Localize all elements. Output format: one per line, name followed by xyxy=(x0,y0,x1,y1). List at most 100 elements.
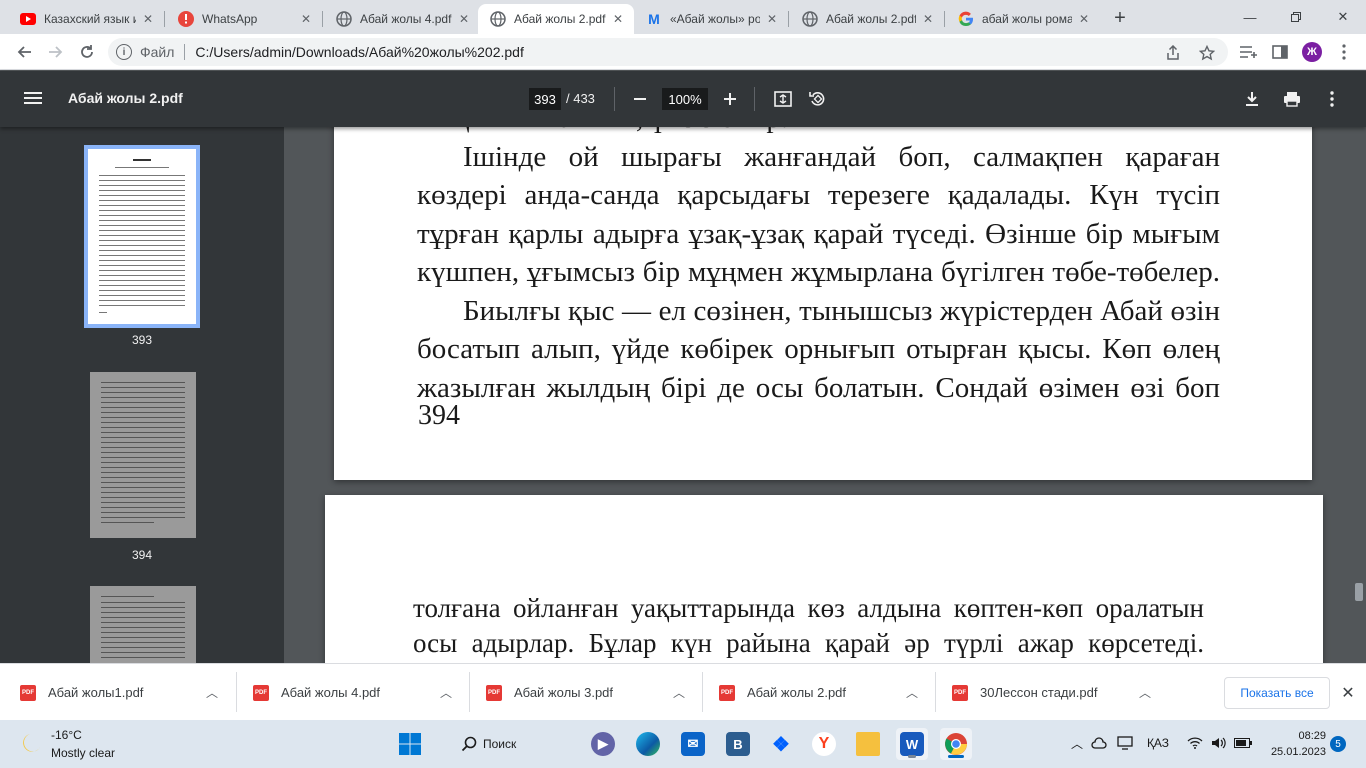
tab-pdf-2-active[interactable]: Абай жолы 2.pdf ✕ xyxy=(478,4,634,34)
zoom-in-button[interactable] xyxy=(718,87,742,111)
text-line: тұрған қарлы адырға ұзақ-ұзақ қарай түсе… xyxy=(417,217,1220,250)
cloud-icon[interactable] xyxy=(1090,734,1108,752)
whatsapp-icon xyxy=(178,11,194,27)
weather-temperature[interactable]: -16°C xyxy=(51,728,82,742)
tab-abai-article[interactable]: M «Абай жолы» ро ✕ xyxy=(634,4,788,34)
reload-button[interactable] xyxy=(74,39,100,65)
close-icon[interactable]: ✕ xyxy=(764,11,780,27)
tab-whatsapp[interactable]: WhatsApp ✕ xyxy=(166,4,322,34)
star-icon[interactable] xyxy=(1198,44,1216,62)
chrome-icon xyxy=(945,733,967,755)
close-icon[interactable]: ✕ xyxy=(456,11,472,27)
tab-pdf-2-second[interactable]: Абай жолы 2.pdf ✕ xyxy=(790,4,944,34)
rotate-button[interactable] xyxy=(806,87,830,111)
thumbnail-page-394[interactable] xyxy=(90,372,196,538)
start-button[interactable] xyxy=(394,728,426,760)
word-app[interactable]: W xyxy=(896,728,928,760)
battery-icon[interactable] xyxy=(1234,734,1252,752)
fit-page-icon xyxy=(774,91,792,107)
close-window-button[interactable]: ✕ xyxy=(1320,0,1366,34)
text-line: осы адырлар. Бұлар күн райына қарай әр т… xyxy=(413,628,1204,658)
weather-description[interactable]: Mostly clear xyxy=(51,746,115,760)
mail-app[interactable]: ✉ xyxy=(677,728,709,760)
restore-button[interactable] xyxy=(1273,0,1319,34)
chevron-up-icon[interactable]: ︿ xyxy=(904,684,920,700)
chrome-app[interactable] xyxy=(940,728,972,760)
side-panel-icon[interactable] xyxy=(1270,42,1290,62)
system-clock[interactable]: 08:29 25.01.2023 xyxy=(1262,728,1326,760)
volume-icon[interactable] xyxy=(1210,734,1228,752)
download-button[interactable] xyxy=(1240,87,1264,111)
address-bar[interactable]: i Файл C:/Users/admin/Downloads/Абай%20ж… xyxy=(108,38,1228,66)
download-item[interactable]: PDF 30Лессон стади.pdf xyxy=(952,664,1097,721)
new-tab-button[interactable]: + xyxy=(1108,7,1132,29)
taskbar-search[interactable]: Поиск xyxy=(447,730,527,758)
download-item[interactable]: PDF Абай жолы 4.pdf xyxy=(253,664,380,721)
close-icon[interactable]: ✕ xyxy=(1338,683,1358,703)
browser-toolbar: i Файл C:/Users/admin/Downloads/Абай%20ж… xyxy=(0,34,1366,70)
forward-button[interactable] xyxy=(42,39,68,65)
share-icon[interactable] xyxy=(1164,44,1182,62)
tab-pdf-4[interactable]: Абай жолы 4.pdf ✕ xyxy=(324,4,480,34)
edge-app[interactable] xyxy=(632,728,664,760)
document-viewer: мықынып таянып, үнсіз отыр. Ішінде ой шы… xyxy=(284,127,1366,663)
zoom-input[interactable]: 100% xyxy=(662,88,708,110)
print-button[interactable] xyxy=(1280,87,1304,111)
kebab-menu-icon[interactable] xyxy=(1334,42,1354,62)
vk-app[interactable]: B xyxy=(722,728,754,760)
kebab-menu-icon xyxy=(1330,91,1334,107)
globe-icon xyxy=(336,11,352,27)
document-scrollbar[interactable] xyxy=(1352,127,1366,663)
folder-icon xyxy=(856,732,880,756)
arrow-left-icon xyxy=(17,46,31,58)
download-divider xyxy=(236,672,237,712)
yandex-app[interactable]: Y xyxy=(808,728,840,760)
pdf-file-icon: PDF xyxy=(486,684,502,701)
dropbox-icon: ❖ xyxy=(772,733,790,756)
reload-icon xyxy=(81,45,93,58)
close-icon[interactable]: ✕ xyxy=(298,11,314,27)
thumbnail-page-395[interactable] xyxy=(90,586,196,663)
profile-avatar[interactable]: Ж xyxy=(1302,42,1322,62)
tab-google-search[interactable]: абай жолы рома ✕ xyxy=(946,4,1100,34)
reading-list-icon[interactable] xyxy=(1238,42,1258,62)
tab-title: Казахский язык и xyxy=(44,12,136,26)
show-all-button[interactable]: Показать все xyxy=(1224,677,1330,709)
more-options-button[interactable] xyxy=(1320,87,1344,111)
download-item[interactable]: PDF Абай жолы 2.pdf xyxy=(719,664,846,721)
minimize-button[interactable]: — xyxy=(1227,0,1273,34)
dropbox-app[interactable]: ❖ xyxy=(765,728,797,760)
close-icon[interactable]: ✕ xyxy=(140,11,156,27)
scrollbar-thumb[interactable] xyxy=(1355,583,1363,601)
download-item[interactable]: PDF Абай жолы 3.pdf xyxy=(486,664,613,721)
close-icon[interactable]: ✕ xyxy=(1076,11,1092,27)
download-item[interactable]: PDF Абай жолы1.pdf xyxy=(20,664,143,721)
notification-badge[interactable]: 5 xyxy=(1330,736,1346,752)
fit-page-button[interactable] xyxy=(771,87,795,111)
display-icon[interactable] xyxy=(1116,734,1134,752)
tab-youtube[interactable]: Казахский язык и ✕ xyxy=(8,4,164,34)
chevron-up-icon[interactable]: ︿ xyxy=(671,684,687,700)
back-button[interactable] xyxy=(12,39,38,65)
minus-icon xyxy=(634,98,646,100)
chevron-up-icon[interactable]: ︿ xyxy=(1068,734,1086,752)
download-filename: Абай жолы 3.pdf xyxy=(514,685,614,700)
file-explorer-app[interactable] xyxy=(852,728,884,760)
wifi-icon[interactable] xyxy=(1186,734,1204,752)
hamburger-menu-icon[interactable] xyxy=(24,89,42,109)
close-icon[interactable]: ✕ xyxy=(610,11,626,27)
chevron-up-icon[interactable]: ︿ xyxy=(1137,684,1153,700)
teams-app[interactable]: ▶ xyxy=(587,728,619,760)
zoom-out-button[interactable] xyxy=(628,87,652,111)
info-icon[interactable]: i xyxy=(116,44,132,60)
pdf-page-395: толғана ойланған уақыттарында көз алдына… xyxy=(325,495,1323,663)
page-number-input[interactable]: 393 xyxy=(529,88,561,110)
language-indicator[interactable]: ҚАЗ xyxy=(1144,734,1172,752)
close-icon[interactable]: ✕ xyxy=(920,11,936,27)
chevron-up-icon[interactable]: ︿ xyxy=(438,684,454,700)
chevron-up-icon[interactable]: ︿ xyxy=(204,684,220,700)
moon-icon[interactable] xyxy=(18,730,44,756)
url-divider xyxy=(184,44,186,60)
thumbnail-page-393[interactable] xyxy=(84,145,200,328)
pdf-title: Абай жолы 2.pdf xyxy=(68,90,183,106)
